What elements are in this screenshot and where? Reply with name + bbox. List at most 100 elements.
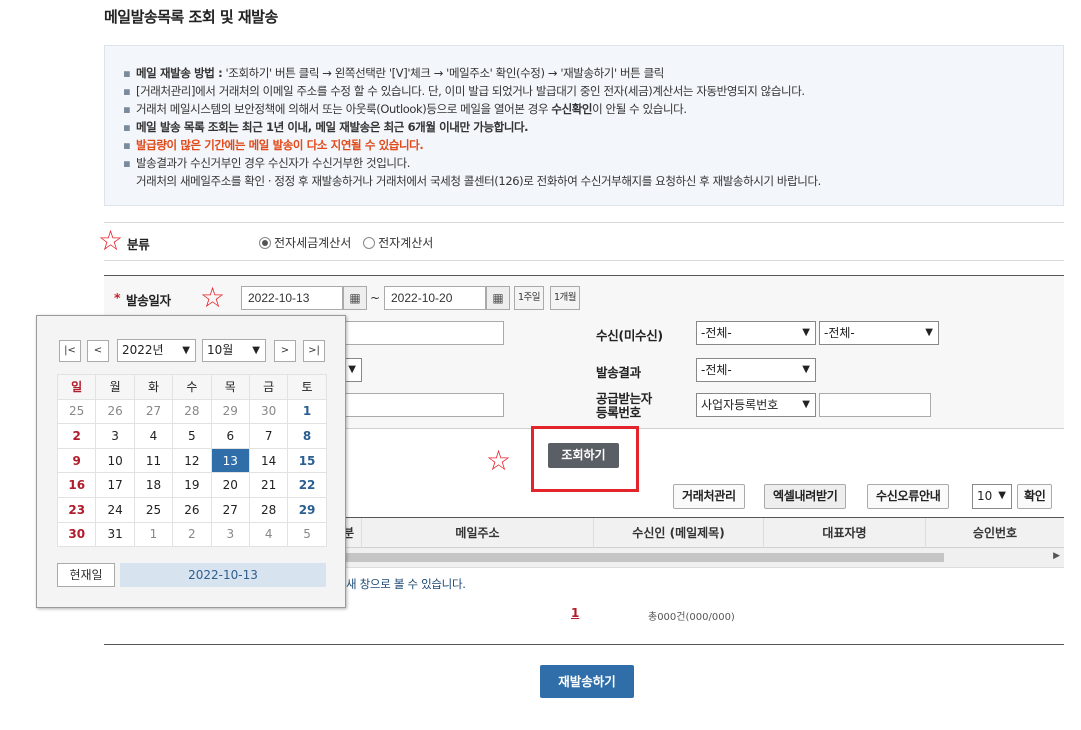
- search-button[interactable]: 조회하기: [548, 443, 619, 468]
- info-line-2: ▪ [거래처관리]에서 거래처의 이메일 주소를 수정 할 수 있습니다. 단, …: [123, 84, 805, 98]
- calendar-icon[interactable]: ▦: [486, 286, 510, 310]
- supplier-number-input[interactable]: [819, 393, 931, 417]
- calendar-day[interactable]: 4: [248, 521, 289, 548]
- prev-month-button[interactable]: <: [87, 340, 109, 362]
- scroll-right-icon[interactable]: ▶: [1053, 551, 1060, 561]
- calendar-day[interactable]: 25: [133, 496, 174, 523]
- divider: [104, 644, 1064, 645]
- today-button[interactable]: 현재일: [57, 563, 115, 587]
- weekday-label: 화: [133, 374, 174, 400]
- confirm-button[interactable]: 확인: [1017, 484, 1053, 509]
- calendar-day[interactable]: 30: [56, 521, 97, 548]
- client-management-button[interactable]: 거래처관리: [673, 484, 745, 509]
- receive-select-1[interactable]: -전체- ▼: [696, 321, 816, 345]
- calendar-day[interactable]: 4: [133, 423, 174, 449]
- text-input[interactable]: [334, 393, 504, 417]
- calendar-day[interactable]: 6: [210, 423, 250, 449]
- calendar-day[interactable]: 2: [56, 423, 97, 449]
- info-line-4: ▪ 메일 발송 목록 조회는 최근 1년 이내, 메일 재발송은 최근 6개월 이…: [123, 120, 529, 134]
- calendar-day[interactable]: 1: [133, 521, 174, 548]
- calendar-day[interactable]: 31: [95, 521, 135, 548]
- year-select[interactable]: 2022년 ▼: [117, 339, 196, 362]
- calendar-day[interactable]: 1: [287, 398, 327, 425]
- calendar-day[interactable]: 25: [56, 398, 97, 425]
- calendar-day[interactable]: 5: [172, 423, 212, 449]
- calendar-icon[interactable]: ▦: [343, 286, 367, 310]
- calendar-day[interactable]: 28: [172, 398, 212, 425]
- receive-select-2[interactable]: -전체- ▼: [819, 321, 939, 345]
- receive-error-guide-button[interactable]: 수신오류안내: [867, 484, 950, 509]
- info-box: ▪ 메일 재발송 방법 : '조회하기' 버튼 클릭 → 왼쪽선택란 '[V]'체…: [104, 45, 1064, 206]
- calendar-week: 16 17 18 19 20 21 22: [56, 472, 327, 498]
- calendar-day[interactable]: 3: [95, 423, 135, 449]
- next-month-button[interactable]: >: [274, 340, 296, 362]
- supplier-select[interactable]: 사업자등록번호 ▼: [696, 393, 816, 417]
- calendar-day[interactable]: 27: [210, 496, 250, 523]
- calendar-day[interactable]: 28: [248, 496, 289, 523]
- calendar-day[interactable]: 9: [56, 447, 97, 474]
- calendar-day[interactable]: 11: [133, 447, 174, 474]
- calendar-day-selected[interactable]: 13: [210, 447, 250, 474]
- calendar-day[interactable]: 16: [56, 472, 97, 498]
- resend-button[interactable]: 재발송하기: [540, 665, 634, 698]
- scroll-thumb[interactable]: [304, 553, 944, 562]
- calendar-day[interactable]: 17: [95, 472, 135, 498]
- calendar-day[interactable]: 20: [210, 472, 250, 498]
- info-line-6: ▪ 발송결과가 수신거부인 경우 수신자가 수신거부한 것입니다.: [123, 156, 411, 170]
- calendar-week: 23 24 25 26 27 28 29: [56, 496, 327, 523]
- column-header-recipient: 수신인 (메일제목): [594, 518, 764, 548]
- calendar-week: 25 26 27 28 29 30 1: [56, 398, 327, 425]
- radio-invoice-label: 전자계산서: [378, 236, 434, 250]
- date-from-input[interactable]: [241, 286, 343, 310]
- page-size-select[interactable]: 10 ▼: [972, 484, 1012, 509]
- calendar-day[interactable]: 29: [210, 398, 250, 425]
- calendar-day[interactable]: 19: [172, 472, 212, 498]
- calendar-grid: 일 월 화 수 목 금 토 25 26 27 28 29 30 1 2 3 4 …: [56, 374, 327, 548]
- calendar-day[interactable]: 14: [248, 447, 289, 474]
- calendar-day[interactable]: 15: [287, 447, 327, 474]
- calendar-day[interactable]: 30: [248, 398, 289, 425]
- calendar-day[interactable]: 2: [172, 521, 212, 548]
- one-month-button[interactable]: 1개월: [550, 286, 581, 310]
- one-week-button[interactable]: 1주일: [514, 286, 545, 310]
- radio-tax-invoice[interactable]: [259, 237, 271, 249]
- calendar-day[interactable]: 5: [287, 521, 327, 548]
- excel-download-button[interactable]: 엑셀내려받기: [764, 484, 847, 509]
- calendar-day[interactable]: 26: [172, 496, 212, 523]
- calendar-day[interactable]: 29: [287, 496, 327, 523]
- text-input[interactable]: [334, 321, 504, 345]
- page-number[interactable]: 1: [571, 606, 579, 620]
- calendar-day[interactable]: 12: [172, 447, 212, 474]
- first-month-button[interactable]: |<: [59, 340, 81, 362]
- calendar-day[interactable]: 27: [133, 398, 174, 425]
- calendar-day[interactable]: 8: [287, 423, 327, 449]
- result-select[interactable]: -전체- ▼: [696, 358, 816, 382]
- calendar-day[interactable]: 24: [95, 496, 135, 523]
- month-select[interactable]: 10월 ▼: [202, 339, 266, 362]
- page-title: 메일발송목록 조회 및 재발송: [104, 8, 278, 26]
- calendar-day[interactable]: 10: [95, 447, 135, 474]
- calendar-day[interactable]: 3: [210, 521, 250, 548]
- weekday-label: 금: [248, 374, 289, 400]
- calendar-day[interactable]: 7: [248, 423, 289, 449]
- category-radio-group: 전자세금계산서 전자계산서: [259, 234, 441, 251]
- column-header-approval: 승인번호: [972, 526, 1018, 540]
- calendar-day[interactable]: 18: [133, 472, 174, 498]
- date-separator: ~: [370, 291, 381, 305]
- info-line-3: ▪ 거래처 메일시스템의 보안정책에 의해서 또는 아웃룩(Outlook)등으로…: [123, 102, 687, 116]
- info-line-5: ▪ 발급량이 많은 기간에는 메일 발송이 다소 지연될 수 있습니다.: [123, 138, 424, 152]
- weekday-label: 목: [210, 374, 250, 400]
- weekday-label: 일: [56, 374, 97, 400]
- calendar-day[interactable]: 26: [95, 398, 135, 425]
- info-line-7: 거래처의 새메일주소를 확인 · 정정 후 재발송하거나 거래처에서 국세청 콜…: [136, 174, 821, 188]
- last-month-button[interactable]: >|: [303, 340, 325, 362]
- calendar-day[interactable]: 22: [287, 472, 327, 498]
- calendar-day[interactable]: 21: [248, 472, 289, 498]
- calendar-day[interactable]: 23: [56, 496, 97, 523]
- radio-invoice[interactable]: [363, 237, 376, 249]
- date-to-input[interactable]: [384, 286, 486, 310]
- note-text: 새 창으로 볼 수 있습니다.: [346, 577, 466, 591]
- supplier-label: 공급받는자 등록번호: [596, 391, 653, 420]
- column-header-email: 메일주소: [362, 518, 594, 548]
- calendar-week: 30 31 1 2 3 4 5: [56, 521, 327, 548]
